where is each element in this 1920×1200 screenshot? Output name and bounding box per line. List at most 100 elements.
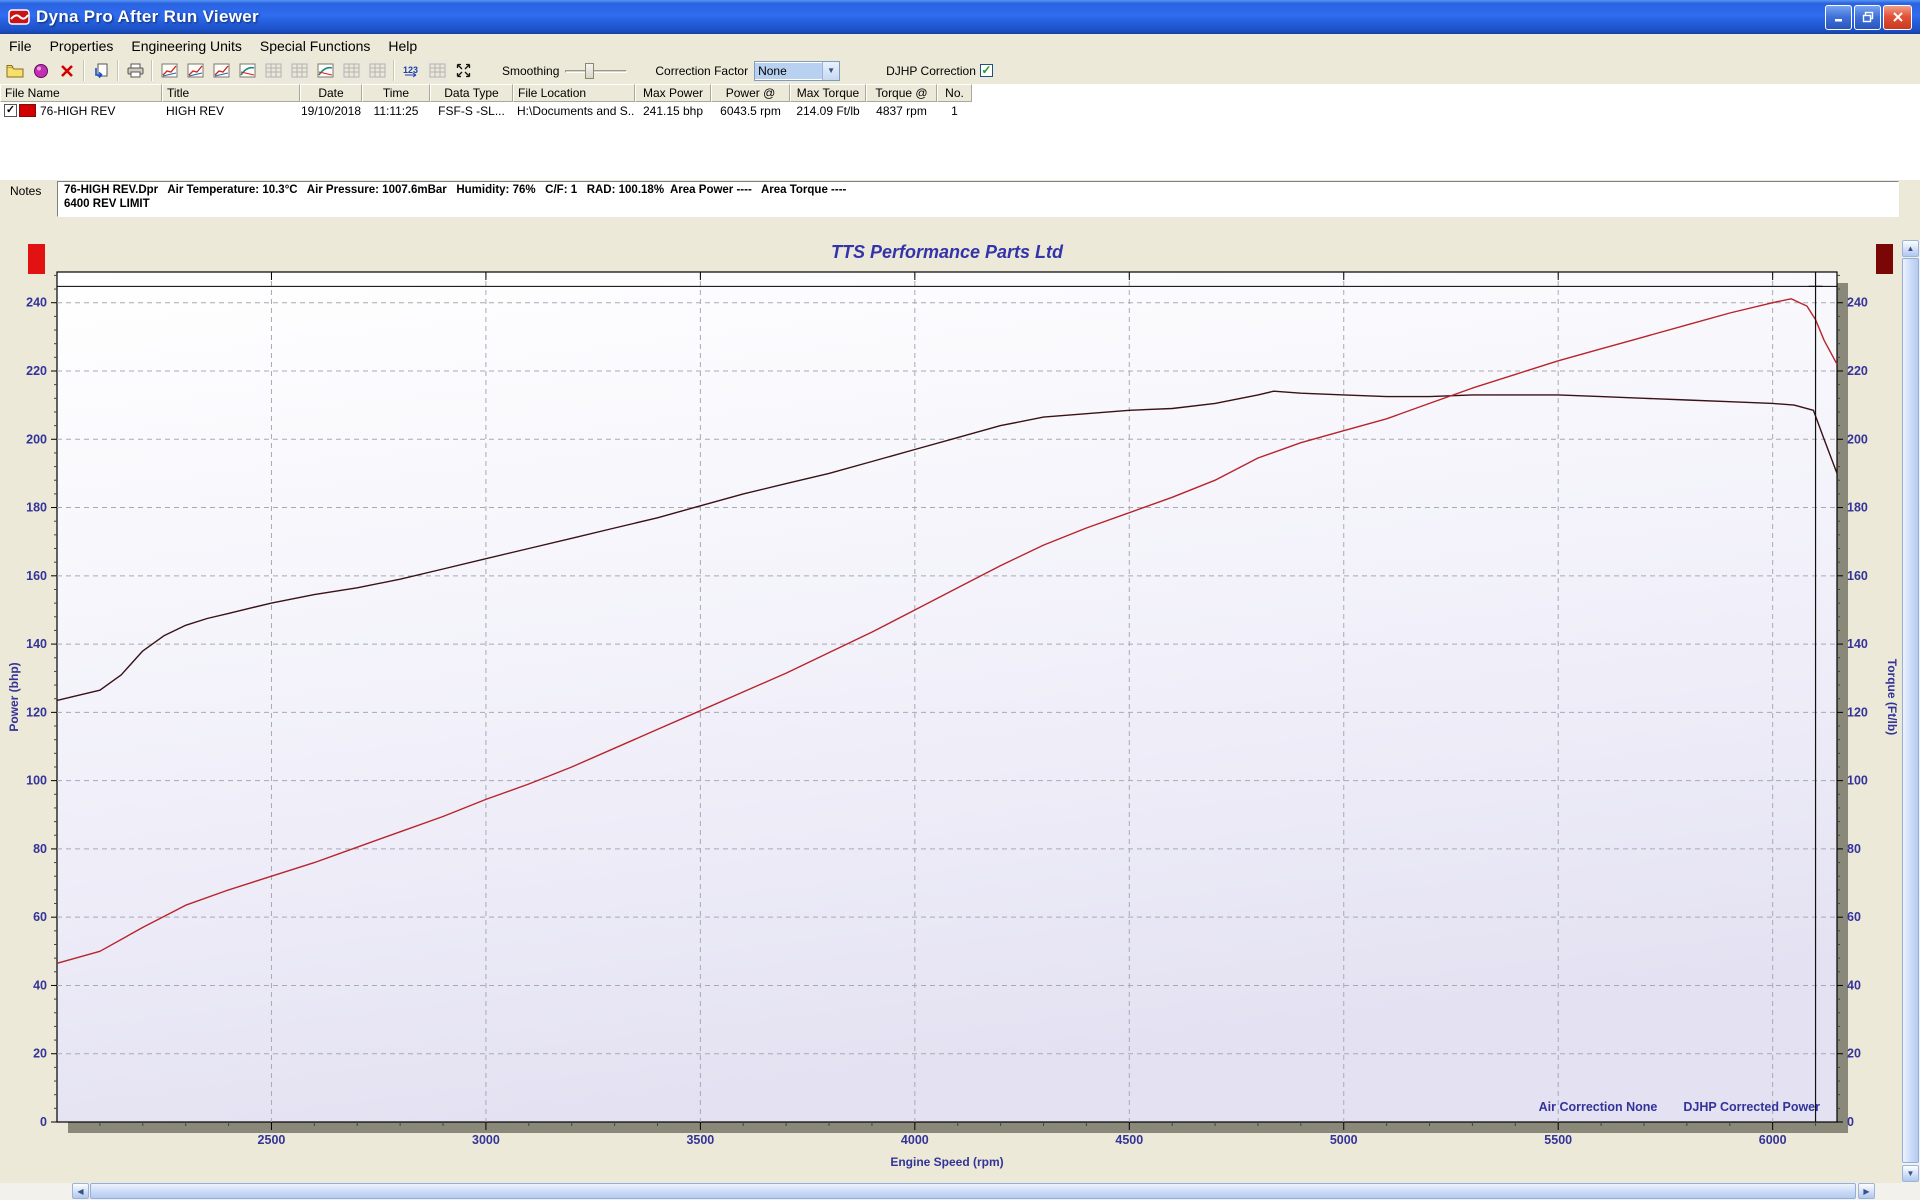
svg-text:0: 0 (40, 1115, 47, 1129)
column-header-file_location[interactable]: File Location (513, 84, 635, 102)
smoothing-slider-thumb[interactable] (585, 63, 594, 79)
scroll-left-button[interactable]: ◀ (72, 1183, 89, 1199)
graph-torque-button[interactable] (183, 59, 207, 82)
scroll-up-button[interactable]: ▲ (1902, 240, 1919, 257)
delete-button[interactable] (55, 59, 79, 82)
svg-text:123: 123 (403, 65, 418, 75)
dyno-chart[interactable]: 0020204040606080801001001201201401401601… (0, 240, 1902, 1183)
notes-box[interactable]: 76-HIGH REV.Dpr Air Temperature: 10.3°C … (57, 181, 1899, 217)
smoothing-slider[interactable] (565, 62, 627, 80)
table-cell-no[interactable]: 1 (937, 102, 972, 119)
app-window: Dyna Pro After Run Viewer FileProperties… (0, 0, 1920, 1200)
cross-icon (60, 64, 74, 78)
svg-text:60: 60 (33, 910, 47, 924)
svg-text:100: 100 (1847, 774, 1868, 788)
svg-text:140: 140 (26, 637, 47, 651)
graph-view-button[interactable] (235, 59, 259, 82)
graph-power-button[interactable] (157, 59, 181, 82)
cell-data_type: FSF-S -SL... (438, 104, 505, 118)
column-header-date[interactable]: Date (300, 84, 362, 102)
menu-item-engineering-units[interactable]: Engineering Units (122, 36, 251, 56)
graph-overlay-button[interactable] (313, 59, 337, 82)
svg-text:40: 40 (1847, 978, 1861, 992)
grid-icon (343, 63, 360, 78)
column-header-torque_at[interactable]: Torque @ (866, 84, 937, 102)
column-header-max_torque[interactable]: Max Torque (790, 84, 866, 102)
svg-text:60: 60 (1847, 910, 1861, 924)
cell-file_location: H:\Documents and S... (517, 104, 635, 118)
minimize-button[interactable] (1825, 5, 1852, 30)
column-header-data_type[interactable]: Data Type (430, 84, 513, 102)
numeric-display-button[interactable]: 123 (399, 59, 423, 82)
open-file-button[interactable] (3, 59, 27, 82)
column-header-time[interactable]: Time (362, 84, 430, 102)
horizontal-scroll-thumb[interactable] (90, 1183, 1856, 1199)
restore-button[interactable] (1854, 5, 1881, 30)
menu-item-properties[interactable]: Properties (41, 36, 123, 56)
column-header-no[interactable]: No. (937, 84, 972, 102)
table-cell-max_torque[interactable]: 214.09 Ft/lb (790, 102, 866, 119)
djhp-correction-label: DJHP Correction (886, 64, 976, 78)
svg-text:6000: 6000 (1759, 1133, 1787, 1147)
table-cell-power_at[interactable]: 6043.5 rpm (711, 102, 790, 119)
run-visible-checkbox[interactable]: ✓ (4, 104, 17, 117)
grid-icon (429, 63, 446, 78)
ball-icon (33, 63, 49, 79)
vertical-scroll-thumb[interactable] (1902, 258, 1919, 1163)
table-cell-data_type[interactable]: FSF-S -SL... (430, 102, 513, 119)
air-correction-annotation: Air Correction None (1539, 1100, 1658, 1114)
toolbar: 123 Smoothing Correction Factor None ▼ D… (0, 57, 1920, 84)
table-cell-max_power[interactable]: 241.15 bhp (635, 102, 711, 119)
column-header-power_at[interactable]: Power @ (711, 84, 790, 102)
svg-text:120: 120 (1847, 705, 1868, 719)
svg-text:0: 0 (1847, 1115, 1854, 1129)
column-header-file_name[interactable]: File Name (0, 84, 162, 102)
chart-blue-icon (239, 63, 256, 78)
cell-max_torque: 214.09 Ft/lb (796, 104, 859, 118)
smoothing-slider-track (565, 70, 627, 73)
toolbar-separator (393, 60, 395, 81)
svg-text:140: 140 (1847, 637, 1868, 651)
info-button[interactable] (29, 59, 53, 82)
svg-text:40: 40 (33, 978, 47, 992)
table-cell-date[interactable]: 19/10/2018 (300, 102, 362, 119)
djhp-correction-checkbox[interactable]: ✓ (980, 64, 993, 77)
column-header-title[interactable]: Title (162, 84, 300, 102)
title-bar[interactable]: Dyna Pro After Run Viewer (0, 0, 1920, 34)
table-cell-torque_at[interactable]: 4837 rpm (866, 102, 937, 119)
scroll-right-button[interactable]: ▶ (1858, 1183, 1875, 1199)
zoom-extents-button[interactable] (451, 59, 475, 82)
import-run-button[interactable] (89, 59, 113, 82)
close-button[interactable] (1883, 5, 1912, 30)
table-cell-title[interactable]: HIGH REV (162, 102, 300, 119)
menu-item-help[interactable]: Help (379, 36, 426, 56)
horizontal-scrollbar[interactable]: ◀ ▶ (0, 1183, 1920, 1200)
svg-text:3500: 3500 (686, 1133, 714, 1147)
correction-factor-select[interactable]: None ▼ (754, 61, 840, 81)
djhp-power-annotation: DJHP Corrected Power (1683, 1100, 1820, 1114)
graph-power-torque-button[interactable] (209, 59, 233, 82)
menu-item-special-functions[interactable]: Special Functions (251, 36, 380, 56)
svg-text:80: 80 (33, 842, 47, 856)
chevron-down-icon[interactable]: ▼ (822, 62, 839, 80)
svg-text:180: 180 (26, 501, 47, 515)
data-grid-2-button (287, 59, 311, 82)
table-cell-time[interactable]: 11:11:25 (362, 102, 430, 119)
menu-item-file[interactable]: File (0, 36, 41, 56)
chart-region: TTS Performance Parts Ltd 00202040406060… (0, 240, 1902, 1183)
data-grid-3-button (339, 59, 363, 82)
table-row[interactable]: ✓ 76-HIGH REV HIGH REV19/10/201811:11:25 FS… (0, 102, 972, 119)
table-cell-file_name[interactable]: ✓ 76-HIGH REV (0, 102, 162, 119)
print-button[interactable] (123, 59, 147, 82)
cell-no: 1 (951, 104, 958, 118)
column-header-max_power[interactable]: Max Power (635, 84, 711, 102)
table-cell-file_location[interactable]: H:\Documents and S... (513, 102, 635, 119)
app-icon (8, 6, 30, 28)
notes-line1: 76-HIGH REV.Dpr Air Temperature: 10.3°C … (64, 184, 846, 196)
y-axis-title-power: Power (bhp) (7, 597, 21, 797)
svg-text:2500: 2500 (258, 1133, 286, 1147)
svg-text:180: 180 (1847, 501, 1868, 515)
vertical-scrollbar[interactable]: ▲ ▼ (1902, 240, 1920, 1183)
scroll-down-button[interactable]: ▼ (1902, 1165, 1919, 1182)
cell-file_name: 76-HIGH REV (40, 104, 115, 118)
